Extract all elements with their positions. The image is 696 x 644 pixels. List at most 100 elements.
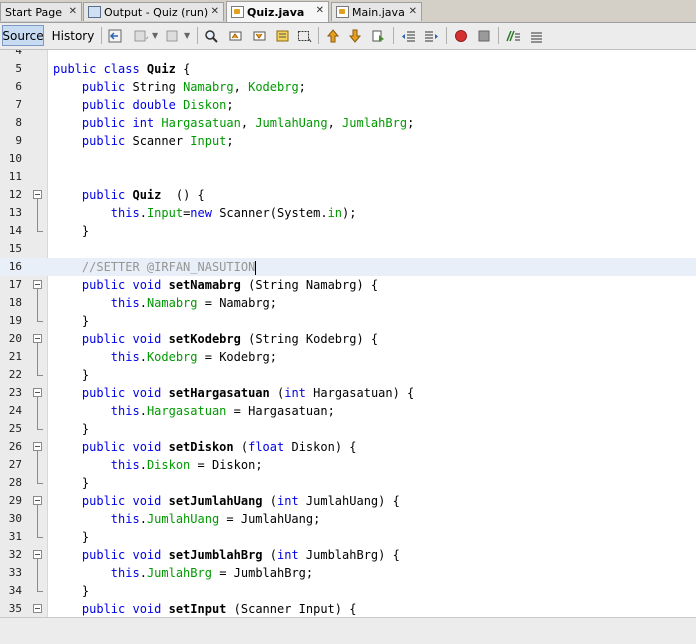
close-icon[interactable]: ✕ [69, 6, 77, 17]
code-line[interactable]: 28 } [0, 474, 696, 492]
code-line[interactable]: 21 this.Kodebrg = Kodebrg; [0, 348, 696, 366]
code-line[interactable]: 4 [0, 50, 696, 60]
line-number: 11 [8, 170, 22, 183]
code-editor[interactable]: 4 5 public class Quiz {6 public String Nam… [0, 50, 696, 617]
line-number: 8 [15, 116, 22, 129]
shift-right-icon[interactable] [424, 29, 439, 43]
rectangular-selection-icon[interactable] [297, 29, 312, 43]
code-line[interactable]: 27 this.Diskon = Diskon; [0, 456, 696, 474]
fold-collapse-icon[interactable] [33, 388, 42, 397]
line-number: 24 [8, 404, 22, 417]
code-line[interactable]: 16 //SETTER @IRFAN_NASUTION [0, 258, 696, 276]
code-line[interactable]: 31 } [0, 528, 696, 546]
code-line[interactable]: 29 public void setJumlahUang (int Jumlah… [0, 492, 696, 510]
line-number: 13 [8, 206, 22, 219]
code-line[interactable]: 33 this.JumlahBrg = JumblahBrg; [0, 564, 696, 582]
fold-collapse-icon[interactable] [33, 190, 42, 199]
code-text: public int Hargasatuan, JumlahUang, Juml… [81, 116, 415, 130]
code-line[interactable]: 25 } [0, 420, 696, 438]
code-text: public void setHargasatuan (int Hargasat… [81, 386, 415, 400]
code-line[interactable]: 17 public void setNamabrg (String Namabr… [0, 276, 696, 294]
tab-label: Start Page [5, 5, 62, 19]
forward-icon[interactable] [166, 29, 181, 43]
line-number: 12 [8, 188, 22, 201]
line-number: 21 [8, 350, 22, 363]
code-line[interactable]: 11 [0, 168, 696, 186]
code-line[interactable]: 24 this.Hargasatuan = Hargasatuan; [0, 402, 696, 420]
fold-collapse-icon[interactable] [33, 496, 42, 505]
uncomment-icon[interactable] [529, 29, 544, 43]
code-line[interactable]: 13 this.Input=new Scanner(System.in); [0, 204, 696, 222]
code-line[interactable]: 6 public String Namabrg, Kodebrg; [0, 78, 696, 96]
line-number: 7 [15, 98, 22, 111]
code-line[interactable]: 32 public void setJumblahBrg (int Jumbla… [0, 546, 696, 564]
comment-icon[interactable] [506, 29, 521, 43]
fold-collapse-icon[interactable] [33, 604, 42, 613]
fold-end-marker [37, 483, 43, 484]
fold-collapse-icon[interactable] [33, 280, 42, 289]
chevron-down-icon[interactable]: ▼ [184, 31, 190, 40]
fold-collapse-icon[interactable] [33, 442, 42, 451]
find-next-icon[interactable] [252, 29, 267, 43]
stop-macro-recording-icon[interactable] [477, 29, 492, 43]
next-bookmark-icon[interactable] [348, 29, 363, 43]
line-number: 25 [8, 422, 22, 435]
tab-main-java[interactable]: Main.java ✕ [331, 2, 422, 21]
code-line[interactable]: 30 this.JumlahUang = JumlahUang; [0, 510, 696, 528]
code-line[interactable]: 15 [0, 240, 696, 258]
code-text: public void setNamabrg (String Namabrg) … [81, 278, 379, 292]
code-line[interactable]: 12 public Quiz () { [0, 186, 696, 204]
code-line[interactable]: 10 [0, 150, 696, 168]
chevron-down-icon[interactable]: ▼ [152, 31, 158, 40]
fold-collapse-icon[interactable] [33, 334, 42, 343]
close-icon[interactable]: ✕ [409, 6, 417, 17]
start-macro-recording-icon[interactable] [454, 29, 469, 43]
history-button[interactable]: History [50, 25, 96, 46]
code-line[interactable]: 8 public int Hargasatuan, JumlahUang, Ju… [0, 114, 696, 132]
line-number: 18 [8, 296, 22, 309]
code-text: this.JumlahBrg = JumblahBrg; [110, 566, 314, 580]
line-number: 22 [8, 368, 22, 381]
previous-bookmark-icon[interactable] [326, 29, 341, 43]
code-line[interactable]: 18 this.Namabrg = Namabrg; [0, 294, 696, 312]
code-line[interactable]: 22 } [0, 366, 696, 384]
back-icon[interactable] [134, 29, 149, 43]
code-line[interactable]: 23 public void setHargasatuan (int Harga… [0, 384, 696, 402]
code-text: public class Quiz { [53, 62, 191, 76]
code-line[interactable]: 7 public double Diskon; [0, 96, 696, 114]
code-text: public double Diskon; [81, 98, 234, 112]
tab-start-page[interactable]: Start Page ✕ [0, 2, 82, 21]
tab-output[interactable]: Output - Quiz (run) ✕ [83, 2, 224, 21]
toggle-highlight-icon[interactable] [275, 29, 290, 43]
text-caret [255, 260, 257, 275]
code-line[interactable]: 20 public void setKodebrg (String Kodebr… [0, 330, 696, 348]
code-line[interactable]: 34 } [0, 582, 696, 600]
line-number: 33 [8, 566, 22, 579]
line-number: 10 [8, 152, 22, 165]
close-icon[interactable]: ✕ [316, 5, 324, 16]
code-line[interactable]: 35 public void setInput (Scanner Input) … [0, 600, 696, 617]
code-line[interactable]: 9 public Scanner Input; [0, 132, 696, 150]
code-line[interactable]: 14 } [0, 222, 696, 240]
code-line[interactable]: 26 public void setDiskon (float Diskon) … [0, 438, 696, 456]
source-button[interactable]: Source [2, 25, 44, 46]
last-edit-icon[interactable] [108, 29, 123, 43]
code-text: } [53, 530, 90, 544]
close-icon[interactable]: ✕ [211, 6, 219, 17]
code-line[interactable]: 5 public class Quiz { [0, 60, 696, 78]
java-file-icon [336, 6, 349, 18]
tab-quiz-java[interactable]: Quiz.java ✕ [226, 1, 329, 22]
fold-guide-line [37, 451, 38, 483]
code-text: public Quiz () { [81, 188, 205, 202]
code-text: public String Namabrg, Kodebrg; [81, 80, 306, 94]
find-icon[interactable] [204, 29, 219, 43]
fold-collapse-icon[interactable] [33, 550, 42, 559]
code-line[interactable]: 19 } [0, 312, 696, 330]
toggle-bookmark-icon[interactable] [371, 29, 386, 43]
fold-guide-line [37, 505, 38, 537]
code-text: this.Hargasatuan = Hargasatuan; [110, 404, 335, 418]
line-number: 35 [8, 602, 22, 615]
shift-left-icon[interactable] [401, 29, 416, 43]
find-previous-icon[interactable] [228, 29, 243, 43]
code-text: } [53, 584, 90, 598]
